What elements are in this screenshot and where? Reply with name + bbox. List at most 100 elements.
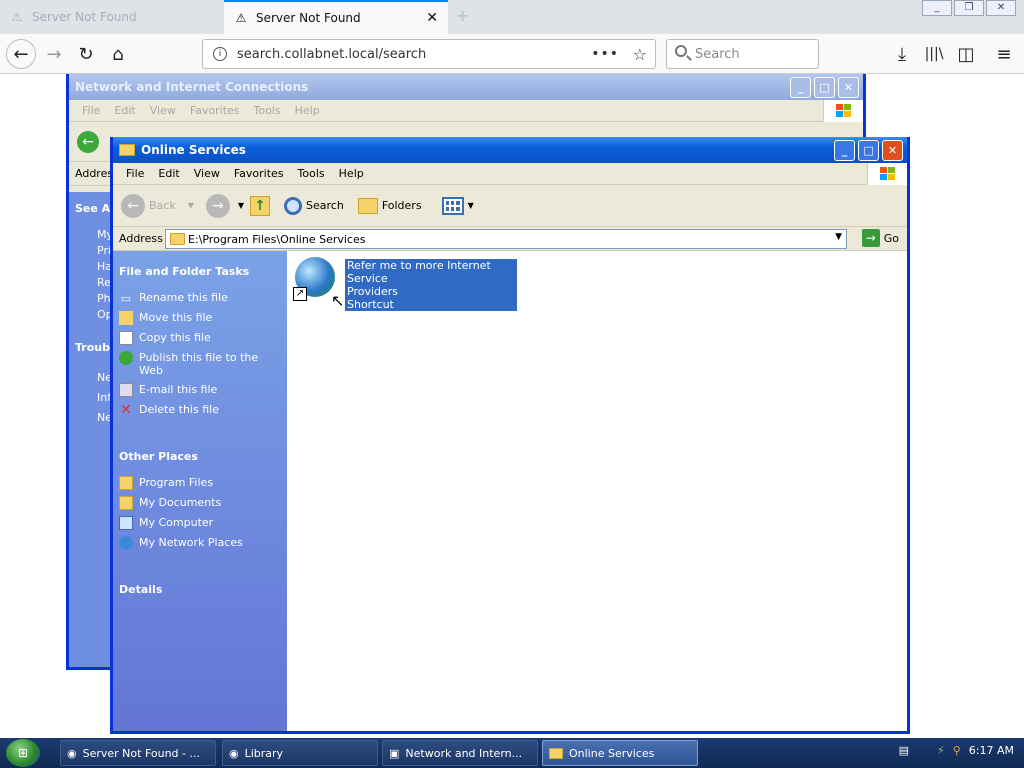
address-input[interactable]: E:\Program Files\Online Services ▼ [165,229,847,249]
menu-edit[interactable]: Edit [107,104,142,117]
address-dropdown-icon[interactable]: ▼ [835,232,842,242]
browser-tab-bar: ⚠ Server Not Found ⚠ Server Not Found ✕ … [0,0,1024,34]
forward-button[interactable]: → ▼ [205,193,244,218]
minimize-button[interactable]: _ [790,77,811,98]
online-services-window[interactable]: Online Services _ □ ✕ File Edit View Fav… [110,137,910,734]
mouse-cursor-icon: ↖ [331,291,345,310]
other-places-list: Program Files My Documents My Computer M… [113,463,287,553]
browser-tab-active[interactable]: ⚠ Server Not Found ✕ [224,0,448,34]
bookmark-star-icon[interactable]: ☆ [633,45,647,64]
task-pane: See Also My Pri Ha Re Ph Op Troubl Ne In… [69,192,114,667]
url-bar[interactable]: i search.collabnet.local/search ••• ☆ [202,39,656,69]
browser-tab-inactive[interactable]: ⚠ Server Not Found [0,0,224,34]
sidebar-icon[interactable]: ◫ [952,40,980,68]
forward-dropdown-icon[interactable]: ▼ [238,201,244,210]
place-label: Program Files [139,476,214,489]
file-name-label[interactable]: Refer me to more Internet Service Provid… [345,259,517,311]
task-library[interactable]: ◉ Library [222,740,378,766]
restore-button[interactable]: ❐ [954,0,984,16]
search-button[interactable]: Search [284,196,344,215]
email-file-link[interactable]: E-mail this file [113,380,287,400]
network-icon [119,536,133,550]
search-input[interactable]: Search [666,39,819,69]
menu-favorites[interactable]: Favorites [227,167,291,180]
publish-file-link[interactable]: Publish this file to the Web [113,348,287,380]
file-tasks-title[interactable]: File and Folder Tasks [113,251,287,278]
info-icon[interactable]: i [213,47,227,61]
minimize-button[interactable]: _ [922,0,952,16]
tab-title: Server Not Found [256,11,361,25]
rename-file-link[interactable]: ▭ Rename this file [113,288,287,308]
window-title: Online Services [141,143,246,157]
menu-edit[interactable]: Edit [151,167,186,180]
menu-icon[interactable]: ≡ [990,40,1018,68]
copy-file-link[interactable]: Copy this file [113,328,287,348]
task-online-services[interactable]: Online Services [542,740,698,766]
move-file-link[interactable]: Move this file [113,308,287,328]
menu-file[interactable]: File [119,167,151,180]
views-icon [441,196,464,215]
folder-icon [119,476,133,490]
back-icon[interactable]: ← [77,130,99,153]
up-folder-button[interactable]: ↑ [250,195,271,216]
see-also-item[interactable]: Re [75,275,113,291]
details-title[interactable]: Details [113,553,287,596]
menu-favorites[interactable]: Favorites [183,104,247,117]
close-button[interactable]: ✕ [838,77,859,98]
search-tray-icon[interactable]: ⚲ [953,744,961,757]
menu-view[interactable]: View [187,167,227,180]
warning-icon: ⚠ [235,11,247,25]
reload-button[interactable]: ↻ [72,40,100,68]
window-title: Network and Internet Connections [75,80,309,94]
keyboard-icon[interactable]: ▤ [899,744,909,757]
taskbar: ⊞ ◉ Server Not Found - ... ◉ Library ▣ N… [0,738,1024,768]
menu-tools[interactable]: Tools [291,167,332,180]
my-network-places-link[interactable]: My Network Places [113,533,287,553]
back-arrow-icon: ← [121,193,145,218]
maximize-button[interactable]: □ [814,77,835,98]
menu-file[interactable]: File [75,104,107,117]
file-name-line2: Providers [347,285,399,298]
task-network-connections[interactable]: ▣ Network and Intern... [382,740,538,766]
task-server-not-found[interactable]: ◉ Server Not Found - ... [60,740,216,766]
home-button[interactable]: ⌂ [104,40,132,68]
folders-button[interactable]: Folders [357,197,422,214]
back-button[interactable]: ← [6,39,36,69]
see-also-item[interactable]: My [75,227,113,243]
copy-icon [119,331,133,345]
go-button[interactable]: → Go [861,229,899,247]
program-files-link[interactable]: Program Files [113,473,287,493]
back-dropdown-icon[interactable]: ▼ [188,201,194,210]
close-button[interactable]: ✕ [882,140,903,161]
my-documents-link[interactable]: My Documents [113,493,287,513]
page-actions-icon[interactable]: ••• [591,46,619,62]
new-tab-button[interactable]: + [456,6,469,25]
task-label: Network and Intern... [405,746,523,760]
menu-tools[interactable]: Tools [247,104,288,117]
menu-help[interactable]: Help [288,104,327,117]
see-also-title: See Also [75,202,113,215]
menu-help[interactable]: Help [332,167,371,180]
network-tray-icon[interactable]: ⚡ [937,744,945,757]
close-button[interactable]: ✕ [986,0,1016,16]
window-controls: _ ❐ ✕ [922,0,1016,16]
maximize-button[interactable]: □ [858,140,879,161]
library-icon[interactable]: |||\ [920,40,948,68]
downloads-icon[interactable]: ⤓ [888,40,916,68]
delete-file-link[interactable]: ✕ Delete this file [113,400,287,420]
file-list-area[interactable]: ↗ Refer me to more Internet Service Prov… [287,251,907,731]
back-button[interactable]: ← Back ▼ [121,193,194,218]
forward-button[interactable]: → [40,40,68,68]
see-also-list: My Pri Ha Re Ph Op [69,215,113,323]
start-button[interactable]: ⊞ [6,739,40,767]
my-computer-link[interactable]: My Computer [113,513,287,533]
menu-view[interactable]: View [143,104,183,117]
views-button[interactable]: ▼ [441,196,474,215]
close-tab-icon[interactable]: ✕ [426,10,438,26]
other-places-title[interactable]: Other Places [113,420,287,463]
address-value: E:\Program Files\Online Services [188,232,366,246]
place-label: My Documents [139,496,222,509]
minimize-button[interactable]: _ [834,140,855,161]
shortcut-arrow-icon: ↗ [293,287,307,301]
documents-icon [119,496,133,510]
